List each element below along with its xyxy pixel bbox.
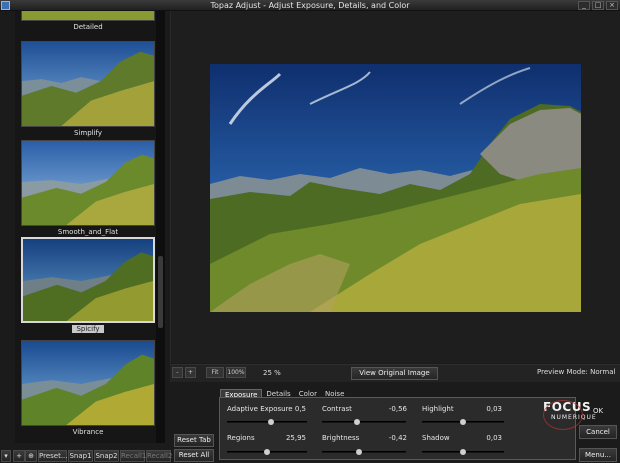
recall2-button[interactable]: Recall2 bbox=[146, 450, 172, 462]
preset-item-detailed[interactable]: Detailed bbox=[21, 11, 155, 32]
preset-label: Detailed bbox=[73, 23, 103, 31]
preset-label: Simplify bbox=[73, 129, 103, 137]
reset-tab-button[interactable]: Reset Tab bbox=[174, 434, 214, 447]
shadow-value: 0,03 bbox=[486, 434, 502, 442]
adaptive-exposure-knob[interactable] bbox=[268, 419, 274, 425]
preset-item-spicify[interactable]: Spicify bbox=[21, 237, 155, 334]
zoom-in-button[interactable]: + bbox=[185, 367, 196, 378]
contrast-value: -0,56 bbox=[388, 405, 407, 413]
highlight-value: 0,03 bbox=[486, 405, 502, 413]
reset-all-button[interactable]: Reset All bbox=[174, 449, 214, 462]
preset-thumbnail bbox=[21, 340, 155, 426]
scrollbar-thumb[interactable] bbox=[158, 256, 163, 328]
logo-ring bbox=[543, 400, 583, 430]
window-title: Topaz Adjust - Adjust Exposure, Details,… bbox=[210, 1, 410, 10]
title-bar: Topaz Adjust - Adjust Exposure, Details,… bbox=[0, 0, 620, 11]
brightness-knob[interactable] bbox=[356, 449, 362, 455]
preset-label: Smooth_and_Flat bbox=[57, 228, 119, 236]
preset-thumbnail bbox=[21, 41, 155, 127]
shadow-slider[interactable] bbox=[422, 449, 504, 455]
adaptive-exposure-value: 0,5 bbox=[294, 405, 306, 413]
preset-list[interactable]: Detailed Simplify Smooth_and_Flat Spicif… bbox=[15, 11, 165, 443]
maximize-button[interactable]: □ bbox=[592, 1, 604, 10]
brightness-value: -0,42 bbox=[388, 434, 407, 442]
highlight-slider[interactable] bbox=[422, 419, 504, 425]
menu-button[interactable]: Menu... bbox=[579, 448, 617, 462]
preset-item-vibrance[interactable]: Vibrance bbox=[21, 340, 155, 437]
close-button[interactable]: × bbox=[606, 1, 618, 10]
ok-button[interactable]: OK bbox=[579, 405, 617, 419]
zoom-out-button[interactable]: - bbox=[172, 367, 183, 378]
regions-knob[interactable] bbox=[264, 449, 270, 455]
preset-thumbnail bbox=[21, 140, 155, 226]
zoom-fit-button[interactable]: Fit bbox=[206, 367, 224, 378]
add-preset-button[interactable]: + bbox=[13, 450, 25, 462]
preset-scrollbar[interactable] bbox=[156, 11, 165, 443]
preset-thumbnail bbox=[21, 237, 155, 323]
highlight-label: Highlight bbox=[422, 405, 454, 413]
preset-item-smooth-and-flat[interactable]: Smooth_and_Flat bbox=[21, 140, 155, 237]
minimize-button[interactable]: _ bbox=[578, 1, 590, 10]
shadow-knob[interactable] bbox=[460, 449, 466, 455]
preview-mode[interactable]: Preview Mode: Normal bbox=[537, 368, 615, 376]
regions-label: Regions bbox=[227, 434, 255, 442]
preset-label: Vibrance bbox=[72, 428, 104, 436]
recall1-button[interactable]: Recall1 bbox=[120, 450, 146, 462]
brightness-label: Brightness bbox=[322, 434, 360, 442]
cancel-button[interactable]: Cancel bbox=[579, 425, 617, 439]
brightness-slider[interactable] bbox=[322, 449, 406, 455]
preview-image[interactable] bbox=[210, 64, 581, 312]
gear-icon[interactable]: ⊕ bbox=[25, 450, 37, 462]
preset-item-simplify[interactable]: Simplify bbox=[21, 41, 155, 138]
adaptive-exposure-slider[interactable] bbox=[227, 419, 307, 425]
regions-slider[interactable] bbox=[227, 449, 307, 455]
highlight-knob[interactable] bbox=[460, 419, 466, 425]
zoom-100-button[interactable]: 100% bbox=[226, 367, 246, 378]
preset-label: Spicify bbox=[21, 325, 155, 334]
shadow-label: Shadow bbox=[422, 434, 450, 442]
dropdown-icon[interactable]: ▾ bbox=[1, 450, 11, 462]
view-original-button[interactable]: View Original Image bbox=[351, 367, 438, 380]
preset-button[interactable]: Preset... bbox=[38, 450, 68, 462]
snap1-button[interactable]: Snap1 bbox=[68, 450, 93, 462]
snap2-button[interactable]: Snap2 bbox=[94, 450, 119, 462]
contrast-knob[interactable] bbox=[354, 419, 360, 425]
contrast-slider[interactable] bbox=[322, 419, 406, 425]
preset-thumbnail bbox=[21, 11, 155, 21]
regions-value: 25,95 bbox=[285, 434, 306, 442]
zoom-level: 25 % bbox=[263, 369, 281, 377]
contrast-label: Contrast bbox=[322, 405, 352, 413]
